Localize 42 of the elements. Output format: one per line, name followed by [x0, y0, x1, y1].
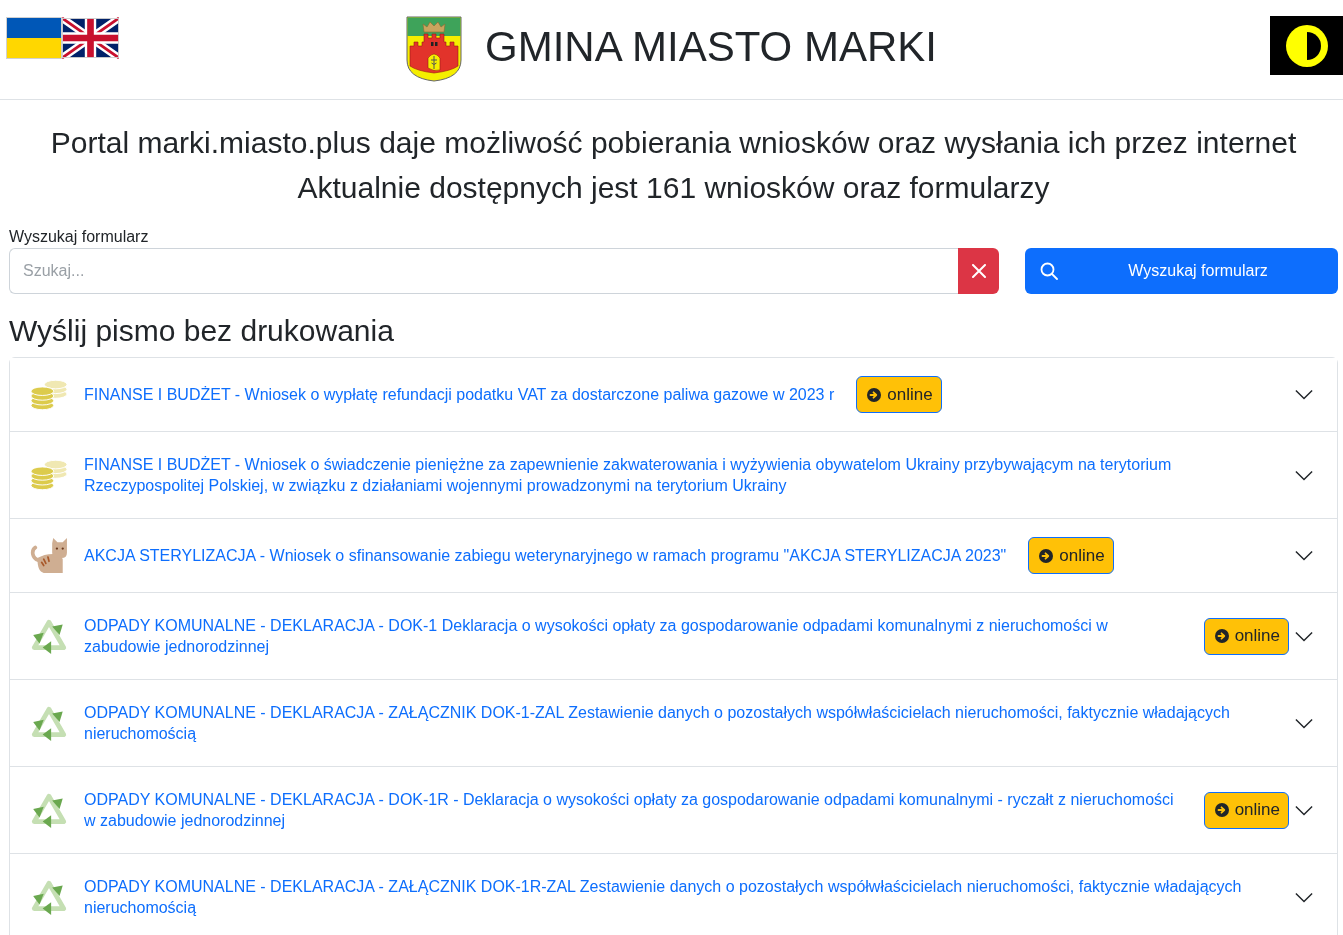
search-field[interactable]: Szukaj... — [9, 248, 958, 294]
chevron-icon[interactable] — [1295, 630, 1313, 642]
chevron-icon[interactable] — [1295, 804, 1313, 816]
recycle-icon — [30, 878, 68, 916]
form-link[interactable]: FINANSE I BUDŻET - Wniosek o świadczenie pieniężne za zapewnienie zakwaterowania i wyżywienia obywatelom Ukrainy przybywającym na terytorium Rzeczypospolitej Polskiej, w związku z działaniami wojennymi prowadzonymi na terytorium Ukrainy — [84, 454, 1275, 496]
arrow-circle-icon — [1039, 548, 1054, 563]
site-title: GMINA MIASTO MARKI — [485, 26, 937, 72]
british-flag-icon[interactable] — [62, 17, 119, 59]
chevron-icon[interactable] — [1295, 469, 1313, 481]
form-link[interactable]: ODPADY KOMUNALNE - DEKLARACJA - DOK-1R - Deklaracja o wysokości opłaty za gospodarowanie odpadami komunalnymi - ryczałt z nieruchomości w zabudowie jednorodzinnej — [84, 789, 1182, 831]
search-icon — [1040, 262, 1058, 280]
online-button[interactable]: online — [1203, 791, 1289, 829]
close-icon — [971, 264, 986, 278]
intro-text: Portal marki.miasto.plus daje możliwość pobierania wniosków oraz wysłania ich przez internet — [49, 125, 1298, 161]
clear-button[interactable] — [958, 248, 999, 294]
form-link[interactable]: ODPADY KOMUNALNE - DEKLARACJA - ZAŁĄCZNIK DOK-1R-ZAL Zestawienie danych o pozostałych współwłaścicielach nieruchomości, faktycznie władających nieruchomością — [84, 876, 1275, 918]
chevron-icon[interactable] — [1295, 717, 1313, 729]
crest-logo — [406, 16, 462, 82]
form-link[interactable]: AKCJA STERYLIZACJA - Wniosek o sfinansowanie zabiegu weterynaryjnego w ramach programu "AKCJA STERYLIZACJA 2023" — [84, 545, 1007, 566]
chevron-icon[interactable] — [1295, 389, 1313, 400]
chevron-icon[interactable] — [1295, 550, 1313, 561]
recycle-icon — [30, 791, 68, 829]
arrow-circle-icon — [1214, 803, 1229, 817]
recycle-icon — [30, 617, 68, 655]
intro-text: Aktualnie dostępnych jest 161 wniosków oraz formularzy — [296, 170, 1051, 206]
arrow-circle-icon — [867, 387, 882, 402]
form-link[interactable]: ODPADY KOMUNALNE - DEKLARACJA - DOK-1 Deklaracja o wysokości opłaty za gospodarowanie odpadami komunalnymi z nieruchomości w zabudowie jednorodzinnej — [84, 615, 1182, 657]
contrast-icon — [1284, 23, 1329, 68]
contrast-button[interactable] — [1270, 16, 1343, 75]
section-heading: Wyślij pismo bez drukowania — [9, 313, 395, 349]
form-link[interactable]: FINANSE I BUDŻET - Wniosek o wypłatę refundacji podatku VAT za dostarczone paliwa gazowe w 2023 r — [84, 384, 835, 405]
online-button[interactable]: online — [1028, 537, 1114, 574]
search-label: Wyszukaj formularz — [9, 227, 150, 247]
form-link[interactable]: ODPADY KOMUNALNE - DEKLARACJA - ZAŁĄCZNIK DOK-1-ZAL Zestawienie danych o pozostałych współwłaścicielach nieruchomości, faktycznie władających nieruchomością — [84, 702, 1275, 744]
online-button[interactable]: online — [856, 376, 942, 413]
recycle-icon — [30, 704, 68, 742]
chevron-icon[interactable] — [1295, 891, 1313, 903]
cat-icon — [30, 536, 68, 575]
search-button[interactable]: Wyszukaj formularz — [1025, 248, 1338, 294]
ukrainian-flag-icon[interactable] — [6, 17, 62, 59]
online-button[interactable]: online — [1203, 617, 1289, 655]
arrow-circle-icon — [1214, 629, 1229, 643]
